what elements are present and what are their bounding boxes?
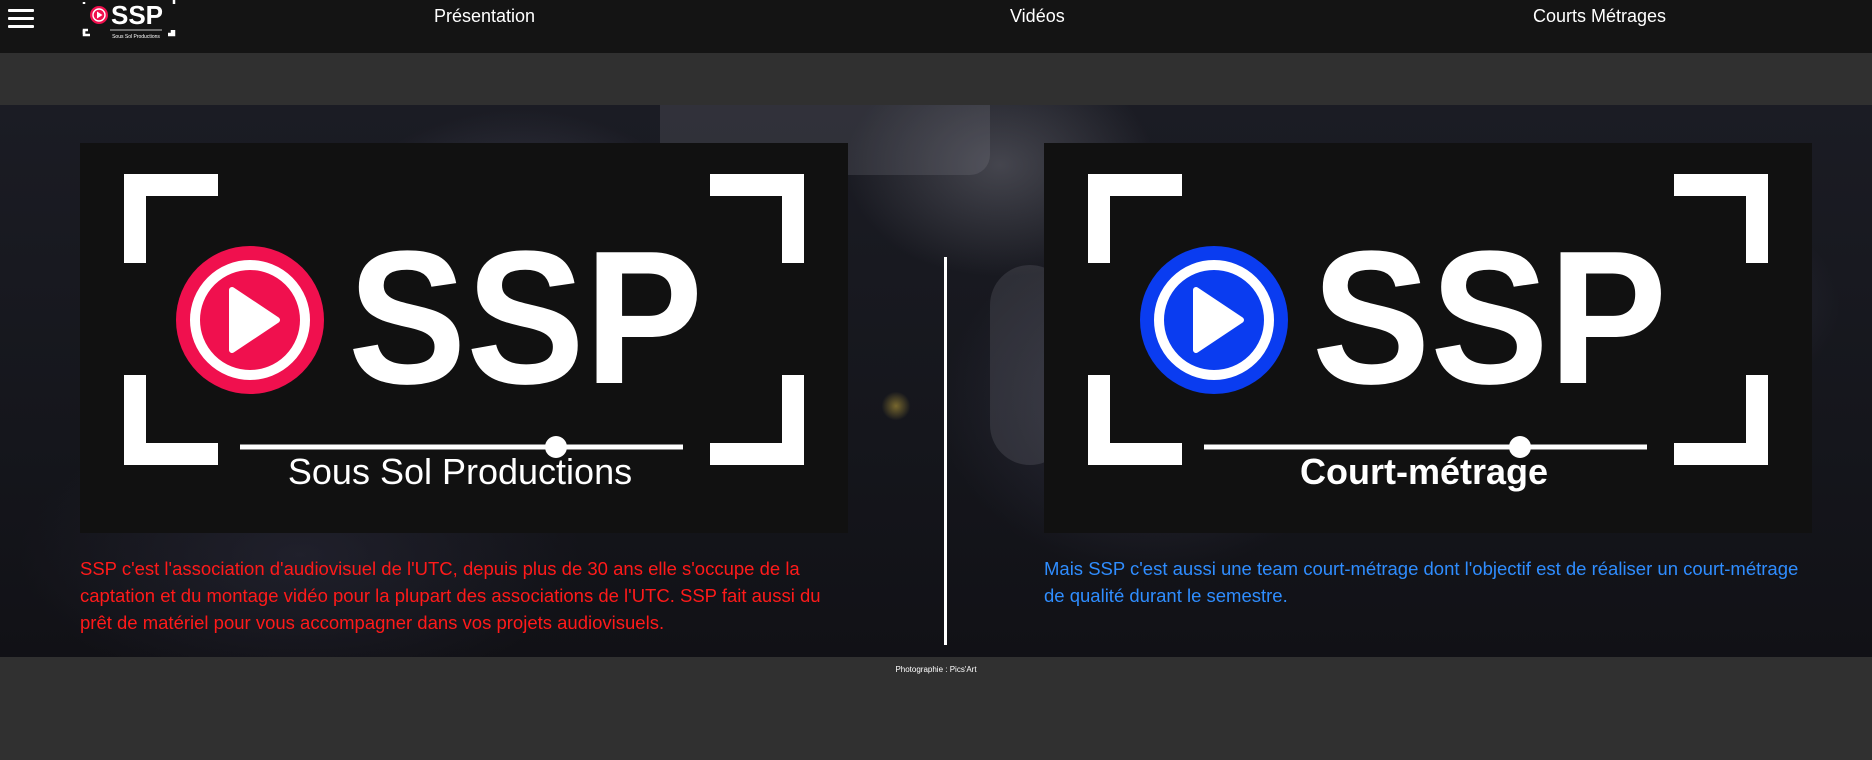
vertical-divider [944,257,947,645]
court-metrage-logo-card: SSP Court-métrage [1044,143,1812,533]
nav-logo[interactable]: SSP Sous Sol Productions [80,0,180,40]
top-navbar: SSP Sous Sol Productions Présentation Vi… [0,0,1872,53]
hamburger-menu-icon[interactable] [8,6,36,28]
photo-credit: Photographie : Pics'Art [895,665,977,674]
card-logo-text: SSP [348,212,703,424]
nav-link-courts-metrages[interactable]: Courts Métrages [1533,6,1666,27]
nav-logo-subtext: Sous Sol Productions [112,34,160,40]
card-logo-caption: Sous Sol Productions [288,451,632,492]
court-metrage-description: Mais SSP c'est aussi une team court-métr… [1044,558,1799,606]
card-logo-caption: Court-métrage [1300,451,1548,492]
nav-link-presentation[interactable]: Présentation [434,6,535,27]
spacer-band [0,53,1872,105]
card-logo-text: SSP [1312,212,1667,424]
ssp-logo-card: SSP Sous Sol Productions [80,143,848,533]
nav-link-videos[interactable]: Vidéos [1010,6,1065,27]
ssp-description: SSP c'est l'association d'audiovisuel de… [80,558,821,633]
hero-section: SSP Sous Sol Productions SSP Court-métra… [0,105,1872,657]
nav-logo-text: SSP [111,0,163,30]
